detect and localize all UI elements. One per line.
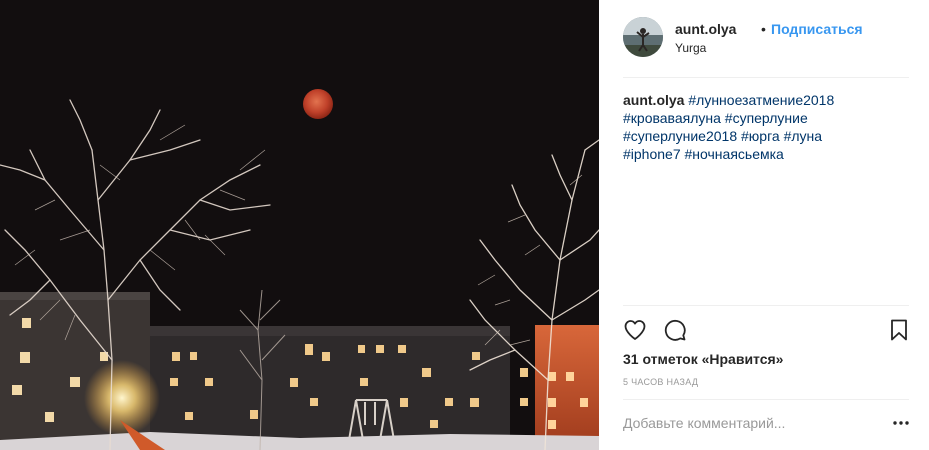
author-username[interactable]: aunt.olya — [675, 21, 736, 37]
comment-button[interactable] — [663, 318, 687, 342]
hashtag-link[interactable]: #луна — [784, 128, 822, 144]
post-timestamp[interactable]: 5 часов назад — [623, 377, 698, 387]
moon — [303, 89, 333, 119]
more-options-icon — [893, 421, 909, 425]
bookmark-icon — [891, 319, 907, 341]
hashtag-link[interactable]: #суперлуние2018 — [623, 128, 737, 144]
hashtag-link[interactable]: #кроваваялуна — [623, 110, 721, 126]
comment-input[interactable] — [623, 412, 883, 434]
hashtag-link[interactable]: #юрга — [741, 128, 780, 144]
comment-divider — [623, 399, 909, 400]
follow-button[interactable]: Подписаться — [771, 21, 863, 37]
post-photo[interactable] — [0, 0, 599, 450]
location-link[interactable]: Yurga — [675, 41, 706, 55]
hashtag-link[interactable]: #суперлуние — [725, 110, 808, 126]
avatar[interactable] — [623, 17, 663, 57]
post-header: aunt.olya • Подписаться Yurga — [623, 16, 909, 60]
like-button[interactable] — [623, 318, 647, 342]
post-sidebar: aunt.olya • Подписаться Yurga aunt.olya … — [599, 0, 929, 450]
separator-dot: • — [761, 21, 766, 37]
night-sky-moon-image — [0, 0, 599, 450]
post-caption: aunt.olya #лунноезатмение2018 #кроваваял… — [623, 91, 883, 163]
likes-count[interactable]: 31 отметок «Нравится» — [623, 351, 783, 367]
more-options-button[interactable] — [891, 414, 911, 432]
header-divider — [623, 77, 909, 78]
hashtag-link[interactable]: #ночнаясьемка — [685, 146, 784, 162]
heart-icon — [624, 320, 646, 340]
comment-bubble-icon — [664, 319, 686, 341]
save-button[interactable] — [887, 318, 911, 342]
hashtag-link[interactable]: #iphone7 — [623, 146, 681, 162]
avatar-image — [623, 17, 663, 57]
caption-username[interactable]: aunt.olya — [623, 92, 684, 108]
hashtag-link[interactable]: #лунноезатмение2018 — [688, 92, 834, 108]
actions-divider — [623, 305, 909, 306]
post-actions — [623, 318, 913, 342]
